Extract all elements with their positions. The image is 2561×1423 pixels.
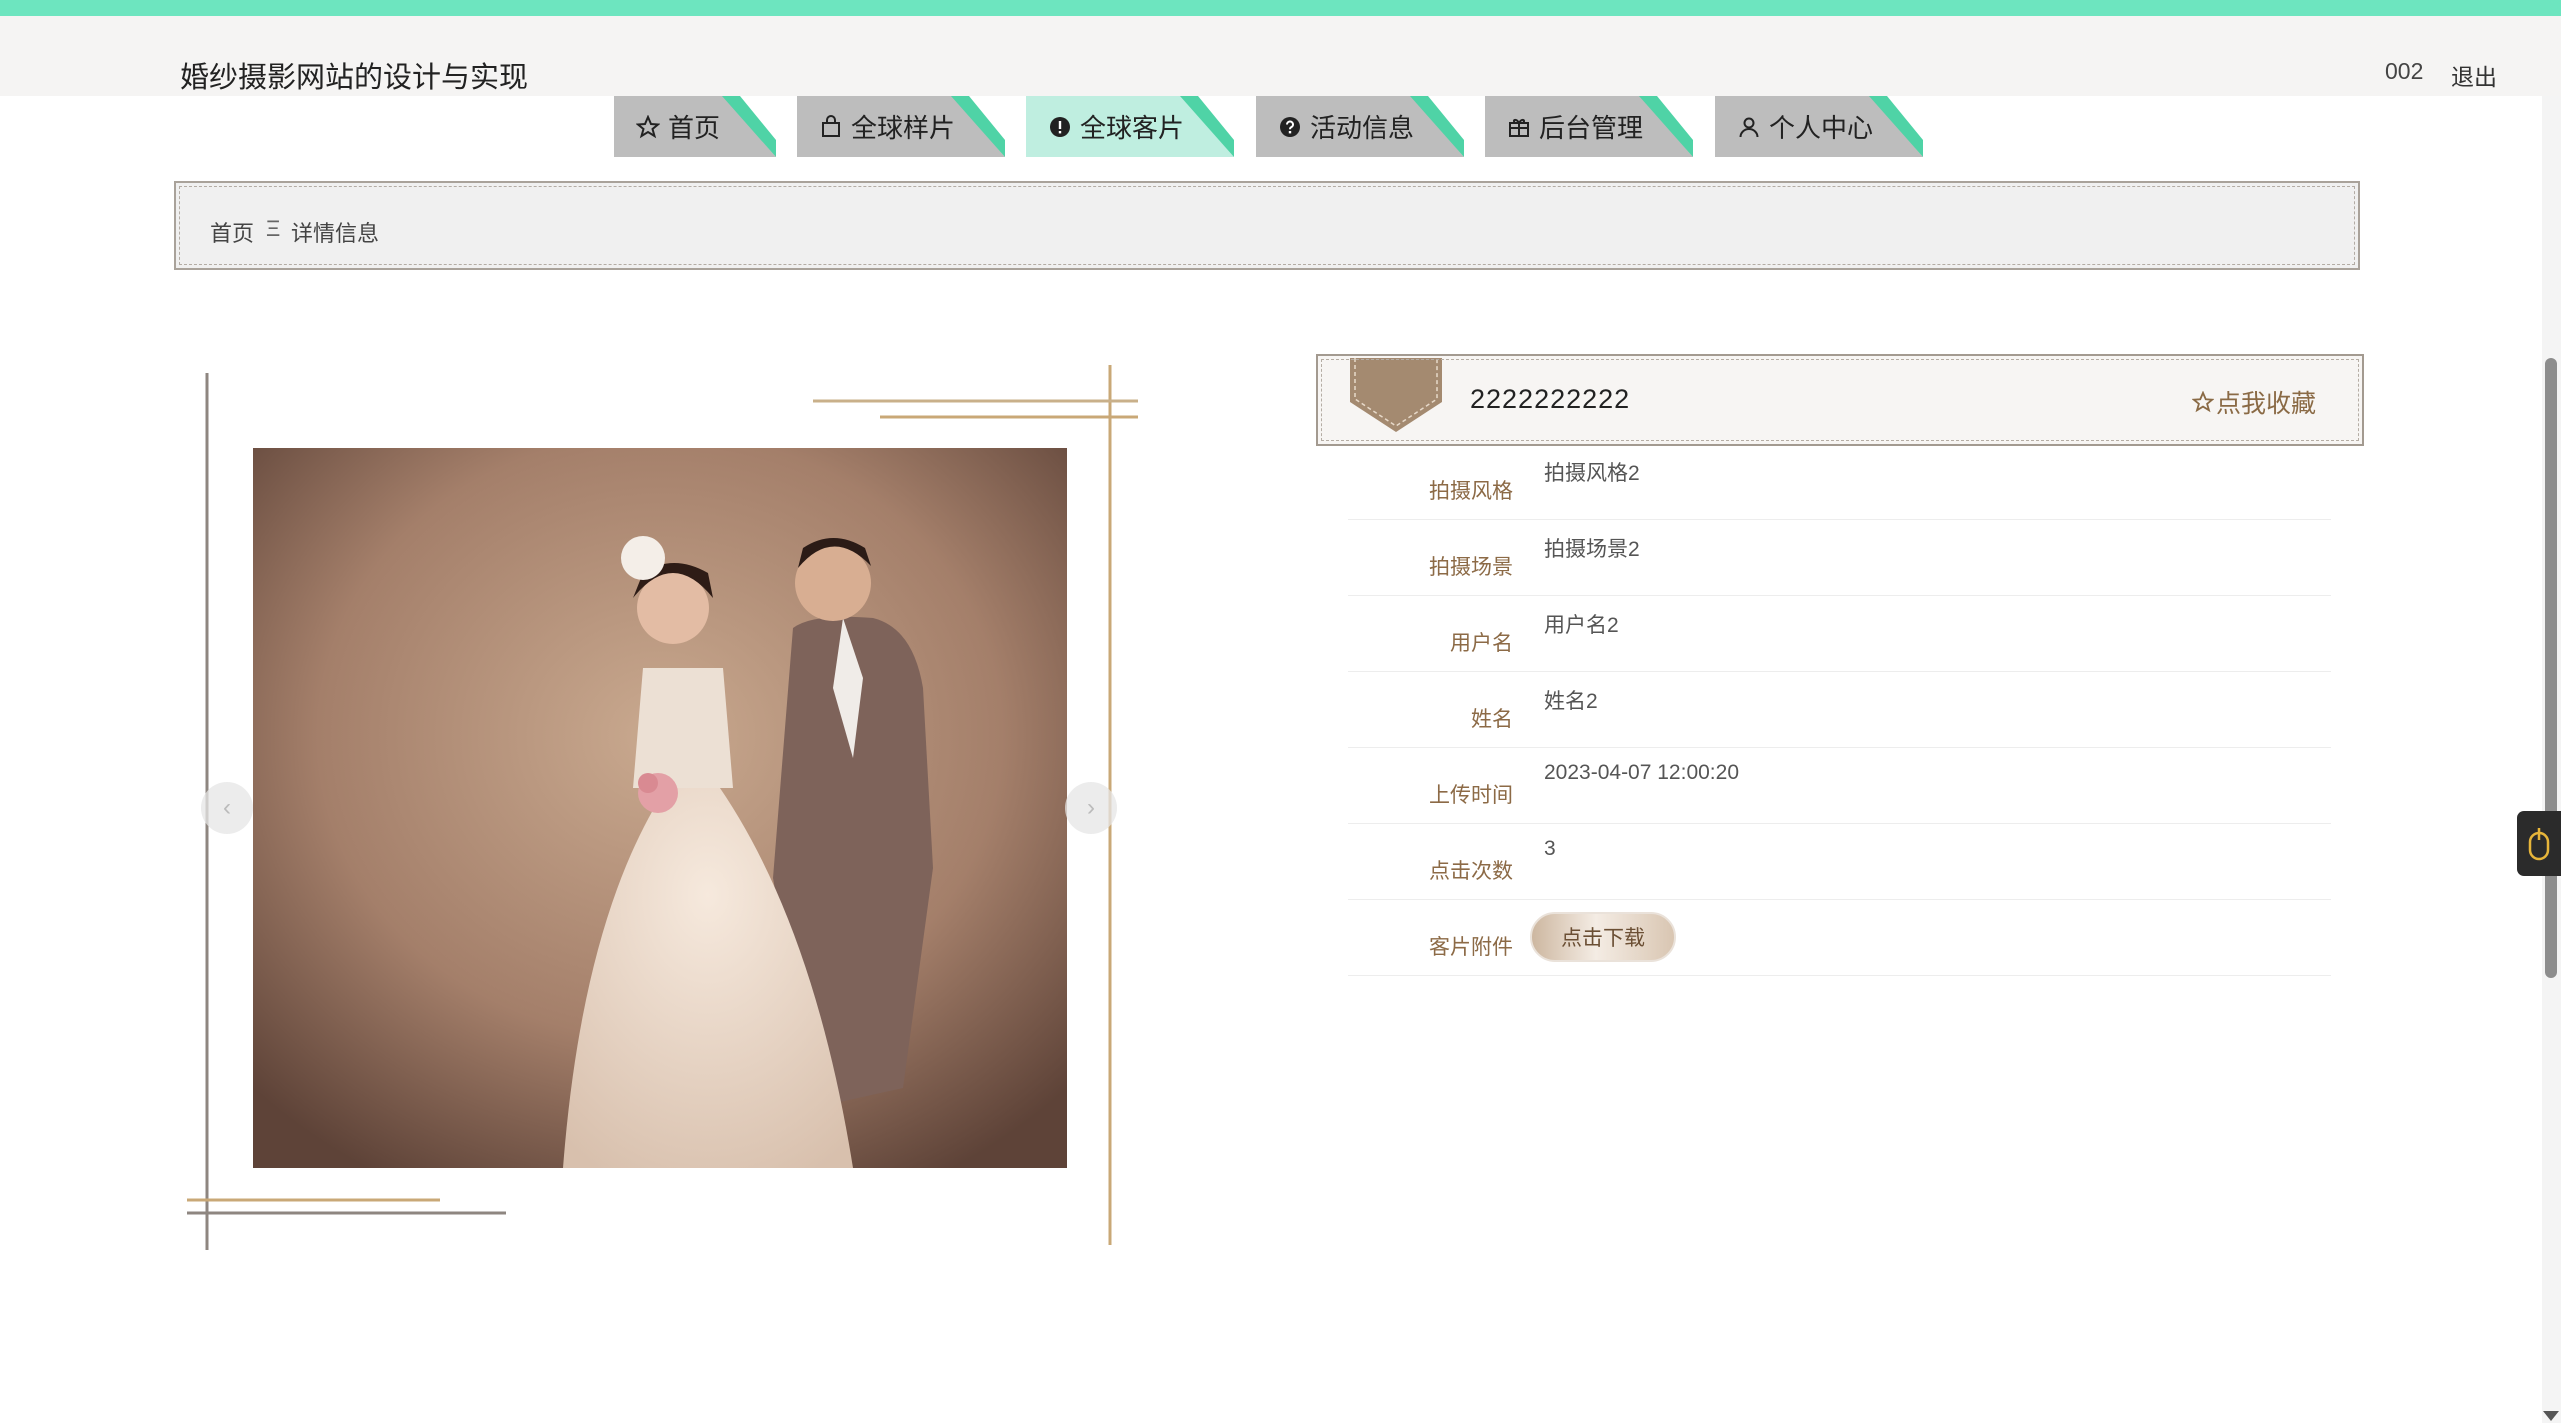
nav-tab-client-photos[interactable]: 全球客片 xyxy=(1026,96,1234,157)
nav-tab-label: 后台管理 xyxy=(1539,113,1644,143)
wedding-photo xyxy=(253,448,1067,1168)
photo-gallery: ‹ › xyxy=(175,360,1145,1260)
side-tool-button[interactable] xyxy=(2517,811,2561,876)
top-accent-bar xyxy=(0,0,2561,16)
field-value: 3 xyxy=(1544,837,1556,860)
scrollbar-thumb[interactable] xyxy=(2545,358,2557,978)
nav-tab-label: 首页 xyxy=(668,113,721,143)
field-value: 用户名2 xyxy=(1544,614,1619,637)
chevron-left-icon: ‹ xyxy=(223,794,231,821)
nav-tab-profile[interactable]: 个人中心 xyxy=(1715,96,1923,157)
gallery-prev-button[interactable]: ‹ xyxy=(201,782,253,834)
mouse-icon xyxy=(2528,827,2550,860)
nav-tab-home[interactable]: 首页 xyxy=(614,96,776,157)
field-label: 上传时间 xyxy=(1429,784,1513,807)
field-label: 客片附件 xyxy=(1429,936,1513,959)
nav-tab-label: 活动信息 xyxy=(1310,113,1415,143)
field-label: 姓名 xyxy=(1471,708,1513,731)
favorite-button[interactable]: 点我收藏 xyxy=(2191,384,2316,420)
download-button[interactable]: 点击下载 xyxy=(1530,912,1676,962)
breadcrumb-current: 详情信息 xyxy=(291,221,380,246)
field-row-scene: 拍摄场景 拍摄场景2 xyxy=(1348,519,2331,596)
breadcrumb-home-link[interactable]: 首页 xyxy=(210,216,254,248)
field-label: 拍摄场景 xyxy=(1429,556,1513,579)
favorite-label: 点我收藏 xyxy=(2215,390,2316,418)
field-row-style: 拍摄风格 拍摄风格2 xyxy=(1348,443,2331,520)
current-username: 002 xyxy=(2385,58,2424,84)
bag-icon xyxy=(822,114,840,137)
nav-tab-samples[interactable]: 全球样片 xyxy=(797,96,1005,157)
chevron-right-icon: › xyxy=(1087,794,1095,821)
page-scrollbar[interactable] xyxy=(2542,96,2561,1423)
header: 婚纱摄影网站的设计与实现 002 退出 xyxy=(0,16,2561,96)
star-icon xyxy=(636,114,660,138)
field-row-click-count: 点击次数 3 xyxy=(1348,823,2331,900)
nav-tab-label: 全球客片 xyxy=(1080,113,1185,143)
nav-tab-label: 全球样片 xyxy=(851,113,956,143)
detail-title: 2222222222 xyxy=(1470,384,1631,414)
user-icon xyxy=(1739,117,1759,137)
question-icon xyxy=(1280,116,1300,137)
star-outline-icon xyxy=(2191,391,2214,413)
field-row-upload-time: 上传时间 2023-04-07 12:00:20 xyxy=(1348,747,2331,824)
nav-tab-label: 个人中心 xyxy=(1769,113,1874,143)
detail-header: 2222222222 点我收藏 xyxy=(1316,354,2364,446)
site-title: 婚纱摄影网站的设计与实现 xyxy=(180,62,529,94)
breadcrumb: 首页 Ξ 详情信息 xyxy=(174,181,2360,270)
logout-link[interactable]: 退出 xyxy=(2451,58,2497,92)
breadcrumb-separator: Ξ xyxy=(266,216,281,241)
field-row-name: 姓名 姓名2 xyxy=(1348,671,2331,748)
nav-tab-events[interactable]: 活动信息 xyxy=(1256,96,1464,157)
field-row-username: 用户名 用户名2 xyxy=(1348,595,2331,672)
field-row-attachment: 客片附件 点击下载 xyxy=(1348,899,2331,976)
nav-tab-admin[interactable]: 后台管理 xyxy=(1485,96,1693,157)
gift-icon xyxy=(1509,118,1529,137)
field-label: 用户名 xyxy=(1450,632,1513,655)
ribbon-badge-icon xyxy=(1350,358,1442,432)
field-value: 2023-04-07 12:00:20 xyxy=(1544,761,1739,784)
gallery-next-button[interactable]: › xyxy=(1065,782,1117,834)
alert-icon xyxy=(1050,116,1070,137)
field-value: 拍摄场景2 xyxy=(1544,538,1640,561)
field-value: 姓名2 xyxy=(1544,690,1598,713)
field-label: 拍摄风格 xyxy=(1429,480,1513,503)
field-label: 点击次数 xyxy=(1429,860,1513,883)
scroll-down-arrow-icon[interactable] xyxy=(2543,1411,2559,1421)
field-value: 拍摄风格2 xyxy=(1544,462,1640,485)
